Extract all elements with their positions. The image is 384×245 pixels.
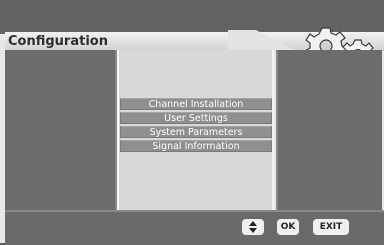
menu-item-channel-installation[interactable]: Channel Installation — [120, 98, 272, 110]
menu-item-signal-information[interactable]: Signal Information — [120, 140, 272, 152]
up-down-arrows-icon — [249, 221, 257, 233]
menu-item-user-settings[interactable]: User Settings — [120, 112, 272, 124]
up-down-button[interactable] — [242, 219, 264, 235]
exit-button[interactable]: EXIT — [313, 219, 349, 235]
configuration-menu: Channel Installation User Settings Syste… — [120, 98, 272, 154]
menu-item-system-parameters[interactable]: System Parameters — [120, 126, 272, 138]
left-panel — [5, 50, 117, 210]
screen: Configuration Channel Installation User … — [0, 0, 384, 245]
page-title: Configuration — [8, 34, 108, 49]
right-panel — [276, 50, 382, 210]
ok-button[interactable]: OK — [277, 219, 299, 235]
